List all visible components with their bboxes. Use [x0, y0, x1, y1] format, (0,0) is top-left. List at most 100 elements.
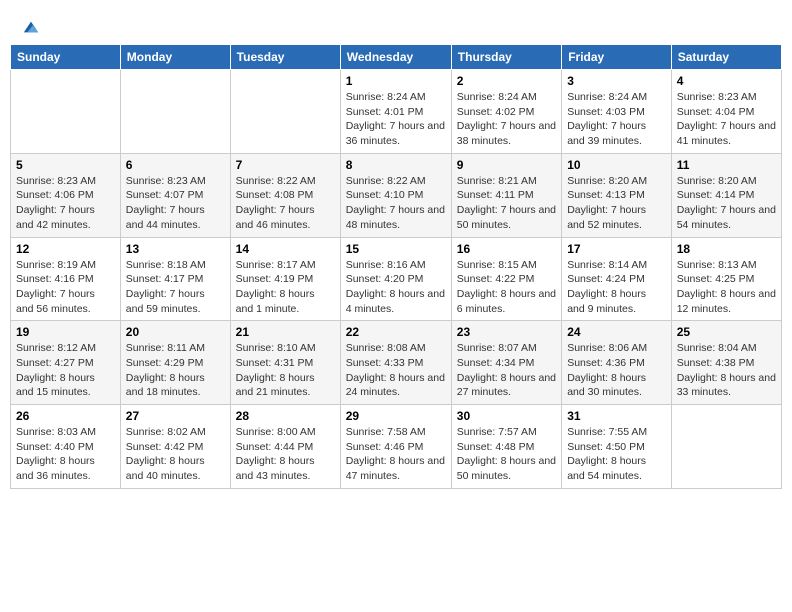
- day-number: 15: [346, 242, 446, 256]
- day-number: 22: [346, 325, 446, 339]
- day-info: Sunrise: 8:07 AM Sunset: 4:34 PM Dayligh…: [457, 341, 556, 400]
- day-info: Sunrise: 8:24 AM Sunset: 4:03 PM Dayligh…: [567, 90, 666, 149]
- day-info: Sunrise: 8:23 AM Sunset: 4:06 PM Dayligh…: [16, 174, 115, 233]
- day-info: Sunrise: 8:23 AM Sunset: 4:04 PM Dayligh…: [677, 90, 776, 149]
- day-number: 27: [126, 409, 225, 423]
- day-number: 11: [677, 158, 776, 172]
- day-cell: 24Sunrise: 8:06 AM Sunset: 4:36 PM Dayli…: [562, 321, 672, 405]
- day-number: 3: [567, 74, 666, 88]
- weekday-header-thursday: Thursday: [451, 45, 561, 70]
- day-info: Sunrise: 8:11 AM Sunset: 4:29 PM Dayligh…: [126, 341, 225, 400]
- weekday-header-saturday: Saturday: [671, 45, 781, 70]
- week-row-3: 12 Sunrise: 8:19 AM Sunset: 4:16 PM Dayli…: [11, 237, 782, 321]
- day-info: Sunrise: 8:10 AM Sunset: 4:31 PM Dayligh…: [236, 341, 335, 400]
- day-info: Sunrise: 8:06 AM Sunset: 4:36 PM Dayligh…: [567, 341, 666, 400]
- day-info: Sunrise: 8:23 AM Sunset: 4:07 PM Dayligh…: [126, 174, 225, 233]
- day-cell: 4 Sunrise: 8:23 AM Sunset: 4:04 PM Daylig…: [671, 70, 781, 154]
- weekday-header-friday: Friday: [562, 45, 672, 70]
- day-cell: 23 Sunrise: 8:07 AM Sunset: 4:34 PM Dayli…: [451, 321, 561, 405]
- day-info: Sunrise: 8:20 AM Sunset: 4:14 PM Dayligh…: [677, 174, 776, 233]
- day-info: Sunrise: 7:58 AM Sunset: 4:46 PM Dayligh…: [346, 425, 446, 484]
- day-info: Sunrise: 8:19 AM Sunset: 4:16 PM Dayligh…: [16, 258, 115, 317]
- week-row-5: 26 Sunrise: 8:03 AM Sunset: 4:40 PM Dayli…: [11, 405, 782, 489]
- day-number: 13: [126, 242, 225, 256]
- day-number: 26: [16, 409, 115, 423]
- weekday-header-monday: Monday: [120, 45, 230, 70]
- day-number: 29: [346, 409, 446, 423]
- day-number: 2: [457, 74, 556, 88]
- weekday-header-tuesday: Tuesday: [230, 45, 340, 70]
- day-number: 23: [457, 325, 556, 339]
- day-number: 30: [457, 409, 556, 423]
- day-cell: 28 Sunrise: 8:00 AM Sunset: 4:44 PM Dayli…: [230, 405, 340, 489]
- day-number: 12: [16, 242, 115, 256]
- day-cell: 25 Sunrise: 8:04 AM Sunset: 4:38 PM Dayli…: [671, 321, 781, 405]
- day-number: 25: [677, 325, 776, 339]
- day-cell: 21Sunrise: 8:10 AM Sunset: 4:31 PM Dayli…: [230, 321, 340, 405]
- day-cell: 26 Sunrise: 8:03 AM Sunset: 4:40 PM Dayli…: [11, 405, 121, 489]
- day-cell: 19Sunrise: 8:12 AM Sunset: 4:27 PM Dayli…: [11, 321, 121, 405]
- day-number: 16: [457, 242, 556, 256]
- day-number: 14: [236, 242, 335, 256]
- day-info: Sunrise: 8:21 AM Sunset: 4:11 PM Dayligh…: [457, 174, 556, 233]
- day-info: Sunrise: 8:20 AM Sunset: 4:13 PM Dayligh…: [567, 174, 666, 233]
- day-info: Sunrise: 8:00 AM Sunset: 4:44 PM Dayligh…: [236, 425, 335, 484]
- day-number: 5: [16, 158, 115, 172]
- day-cell: 22 Sunrise: 8:08 AM Sunset: 4:33 PM Dayli…: [340, 321, 451, 405]
- day-cell: 8Sunrise: 8:22 AM Sunset: 4:10 PM Daylig…: [340, 153, 451, 237]
- day-info: Sunrise: 8:16 AM Sunset: 4:20 PM Dayligh…: [346, 258, 446, 317]
- day-info: Sunrise: 8:14 AM Sunset: 4:24 PM Dayligh…: [567, 258, 666, 317]
- day-cell: 11 Sunrise: 8:20 AM Sunset: 4:14 PM Dayli…: [671, 153, 781, 237]
- week-row-4: 19Sunrise: 8:12 AM Sunset: 4:27 PM Dayli…: [11, 321, 782, 405]
- day-cell: 27 Sunrise: 8:02 AM Sunset: 4:42 PM Dayli…: [120, 405, 230, 489]
- day-number: 28: [236, 409, 335, 423]
- day-cell: [230, 70, 340, 154]
- day-number: 1: [346, 74, 446, 88]
- day-number: 20: [126, 325, 225, 339]
- day-cell: 12 Sunrise: 8:19 AM Sunset: 4:16 PM Dayli…: [11, 237, 121, 321]
- day-cell: 1 Sunrise: 8:24 AM Sunset: 4:01 PM Daylig…: [340, 70, 451, 154]
- page-header: [10, 10, 782, 44]
- day-info: Sunrise: 8:02 AM Sunset: 4:42 PM Dayligh…: [126, 425, 225, 484]
- day-number: 4: [677, 74, 776, 88]
- day-cell: 29 Sunrise: 7:58 AM Sunset: 4:46 PM Dayli…: [340, 405, 451, 489]
- day-number: 7: [236, 158, 335, 172]
- day-info: Sunrise: 8:24 AM Sunset: 4:01 PM Dayligh…: [346, 90, 446, 149]
- day-number: 31: [567, 409, 666, 423]
- day-cell: 6Sunrise: 8:23 AM Sunset: 4:07 PM Daylig…: [120, 153, 230, 237]
- day-cell: [671, 405, 781, 489]
- weekday-header-sunday: Sunday: [11, 45, 121, 70]
- day-cell: 31Sunrise: 7:55 AM Sunset: 4:50 PM Dayli…: [562, 405, 672, 489]
- day-cell: 7 Sunrise: 8:22 AM Sunset: 4:08 PM Daylig…: [230, 153, 340, 237]
- day-cell: 18 Sunrise: 8:13 AM Sunset: 4:25 PM Dayli…: [671, 237, 781, 321]
- day-cell: 30 Sunrise: 7:57 AM Sunset: 4:48 PM Dayli…: [451, 405, 561, 489]
- day-info: Sunrise: 8:18 AM Sunset: 4:17 PM Dayligh…: [126, 258, 225, 317]
- week-row-2: 5 Sunrise: 8:23 AM Sunset: 4:06 PM Daylig…: [11, 153, 782, 237]
- day-number: 10: [567, 158, 666, 172]
- week-row-1: 1 Sunrise: 8:24 AM Sunset: 4:01 PM Daylig…: [11, 70, 782, 154]
- day-cell: 2Sunrise: 8:24 AM Sunset: 4:02 PM Daylig…: [451, 70, 561, 154]
- day-cell: 15 Sunrise: 8:16 AM Sunset: 4:20 PM Dayli…: [340, 237, 451, 321]
- day-cell: 14Sunrise: 8:17 AM Sunset: 4:19 PM Dayli…: [230, 237, 340, 321]
- day-cell: 10 Sunrise: 8:20 AM Sunset: 4:13 PM Dayli…: [562, 153, 672, 237]
- day-cell: 17Sunrise: 8:14 AM Sunset: 4:24 PM Dayli…: [562, 237, 672, 321]
- weekday-header-row: SundayMondayTuesdayWednesdayThursdayFrid…: [11, 45, 782, 70]
- day-info: Sunrise: 8:15 AM Sunset: 4:22 PM Dayligh…: [457, 258, 556, 317]
- day-info: Sunrise: 8:12 AM Sunset: 4:27 PM Dayligh…: [16, 341, 115, 400]
- day-info: Sunrise: 7:57 AM Sunset: 4:48 PM Dayligh…: [457, 425, 556, 484]
- day-cell: [11, 70, 121, 154]
- day-info: Sunrise: 8:22 AM Sunset: 4:10 PM Dayligh…: [346, 174, 446, 233]
- day-number: 18: [677, 242, 776, 256]
- day-info: Sunrise: 8:22 AM Sunset: 4:08 PM Dayligh…: [236, 174, 335, 233]
- logo-icon: [22, 18, 40, 36]
- day-cell: 20 Sunrise: 8:11 AM Sunset: 4:29 PM Dayli…: [120, 321, 230, 405]
- day-info: Sunrise: 8:13 AM Sunset: 4:25 PM Dayligh…: [677, 258, 776, 317]
- day-cell: 16 Sunrise: 8:15 AM Sunset: 4:22 PM Dayli…: [451, 237, 561, 321]
- day-cell: 5 Sunrise: 8:23 AM Sunset: 4:06 PM Daylig…: [11, 153, 121, 237]
- day-info: Sunrise: 8:03 AM Sunset: 4:40 PM Dayligh…: [16, 425, 115, 484]
- day-info: Sunrise: 8:04 AM Sunset: 4:38 PM Dayligh…: [677, 341, 776, 400]
- day-number: 9: [457, 158, 556, 172]
- day-info: Sunrise: 8:08 AM Sunset: 4:33 PM Dayligh…: [346, 341, 446, 400]
- day-cell: [120, 70, 230, 154]
- day-cell: 13 Sunrise: 8:18 AM Sunset: 4:17 PM Dayli…: [120, 237, 230, 321]
